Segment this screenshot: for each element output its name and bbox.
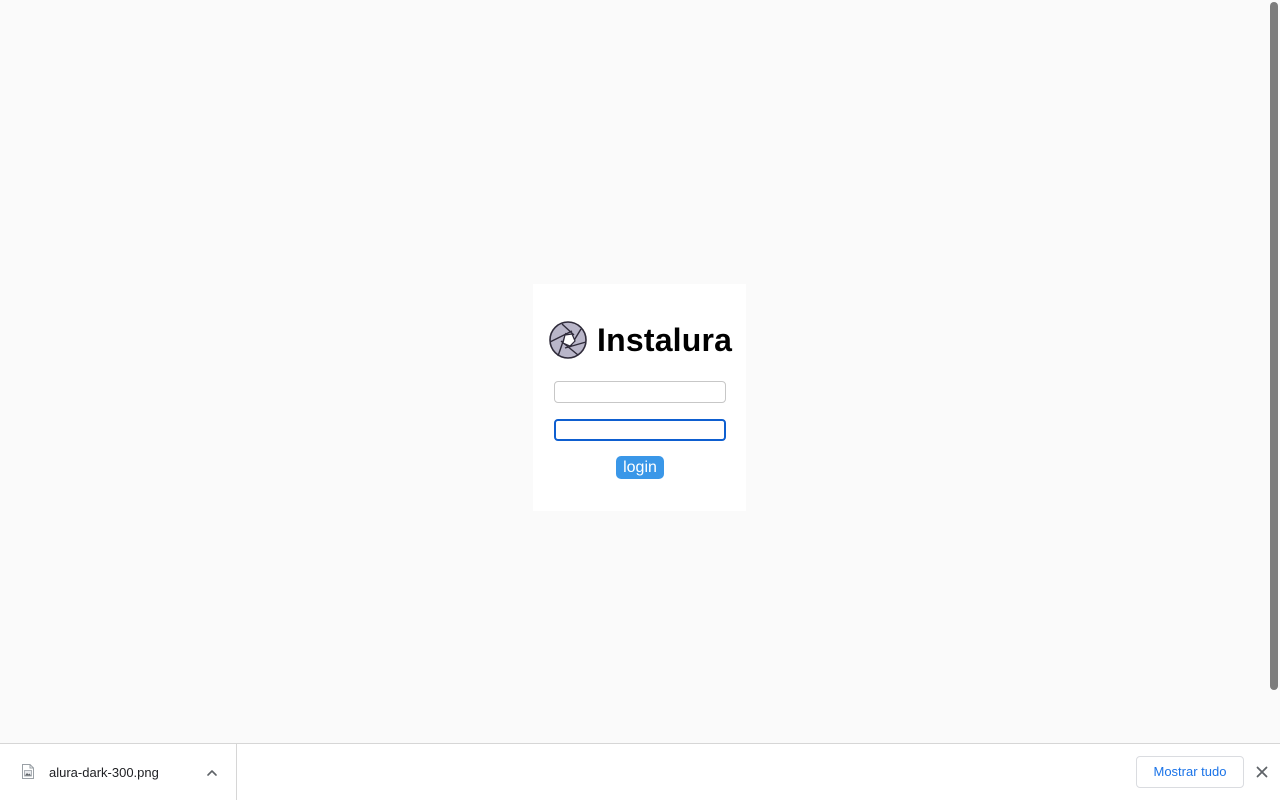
password-input[interactable] [554, 419, 726, 441]
brand-name: Instalura [597, 322, 733, 358]
show-all-downloads-button[interactable]: Mostrar tudo [1136, 756, 1244, 788]
scrollbar-thumb[interactable] [1270, 2, 1278, 690]
username-input[interactable] [554, 381, 726, 403]
camera-aperture-icon [549, 321, 587, 359]
login-button[interactable]: login [616, 456, 664, 479]
vertical-scrollbar[interactable] [1268, 0, 1280, 743]
image-file-icon [22, 764, 34, 779]
brand: Instalura [548, 320, 732, 360]
close-icon[interactable] [1254, 764, 1270, 780]
download-shelf: alura-dark-300.png Mostrar tudo [0, 743, 1280, 800]
download-item[interactable]: alura-dark-300.png [0, 744, 237, 800]
chevron-up-icon[interactable] [205, 766, 219, 780]
page-viewport: Instalura login [0, 0, 1280, 743]
download-file-name: alura-dark-300.png [49, 765, 159, 780]
login-card: Instalura login [533, 284, 746, 511]
